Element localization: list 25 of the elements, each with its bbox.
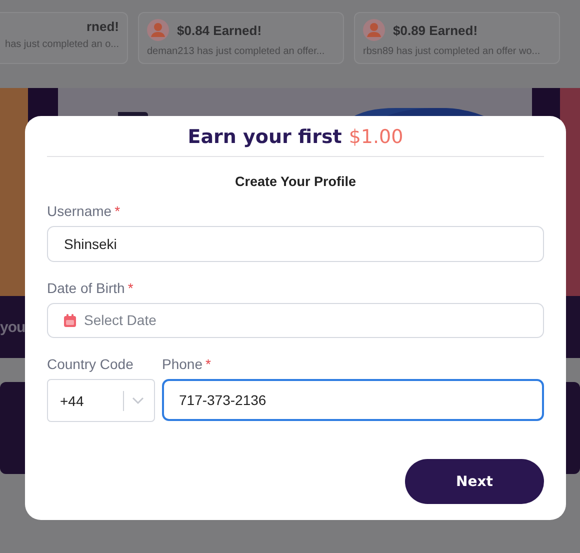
field-label: Phone — [162, 356, 202, 372]
field-value: Shinseki — [64, 236, 117, 252]
next-button[interactable]: Next — [405, 459, 544, 504]
phone-field[interactable]: 717-373-2136 — [162, 379, 544, 421]
chevron-down-icon — [132, 396, 144, 404]
user-icon — [363, 19, 385, 41]
dialog-title: Earn your first — [188, 126, 342, 148]
activity-title: $0.89 Earned! — [393, 22, 478, 38]
activity-title: rned! — [86, 19, 119, 34]
dialog-subtitle: Create Your Profile — [234, 174, 358, 189]
field-label: Country Code — [47, 356, 134, 372]
field-label: Username — [47, 203, 112, 219]
title-amount: $1.00 — [348, 126, 404, 148]
user-icon — [147, 19, 169, 41]
field-label: Date of Birth — [47, 280, 125, 296]
date-field[interactable]: Select Date — [47, 302, 544, 338]
required-mark: * — [128, 280, 134, 296]
banner-text: you — [0, 318, 26, 336]
text-field[interactable]: Shinseki — [47, 226, 544, 262]
required-mark: * — [114, 203, 120, 219]
field-placeholder: Select Date — [84, 312, 156, 328]
activity-title: $0.84 Earned! — [177, 22, 262, 38]
calendar-icon — [64, 314, 76, 327]
required-mark: * — [205, 356, 211, 372]
country-code-select[interactable]: +44 — [47, 379, 155, 422]
